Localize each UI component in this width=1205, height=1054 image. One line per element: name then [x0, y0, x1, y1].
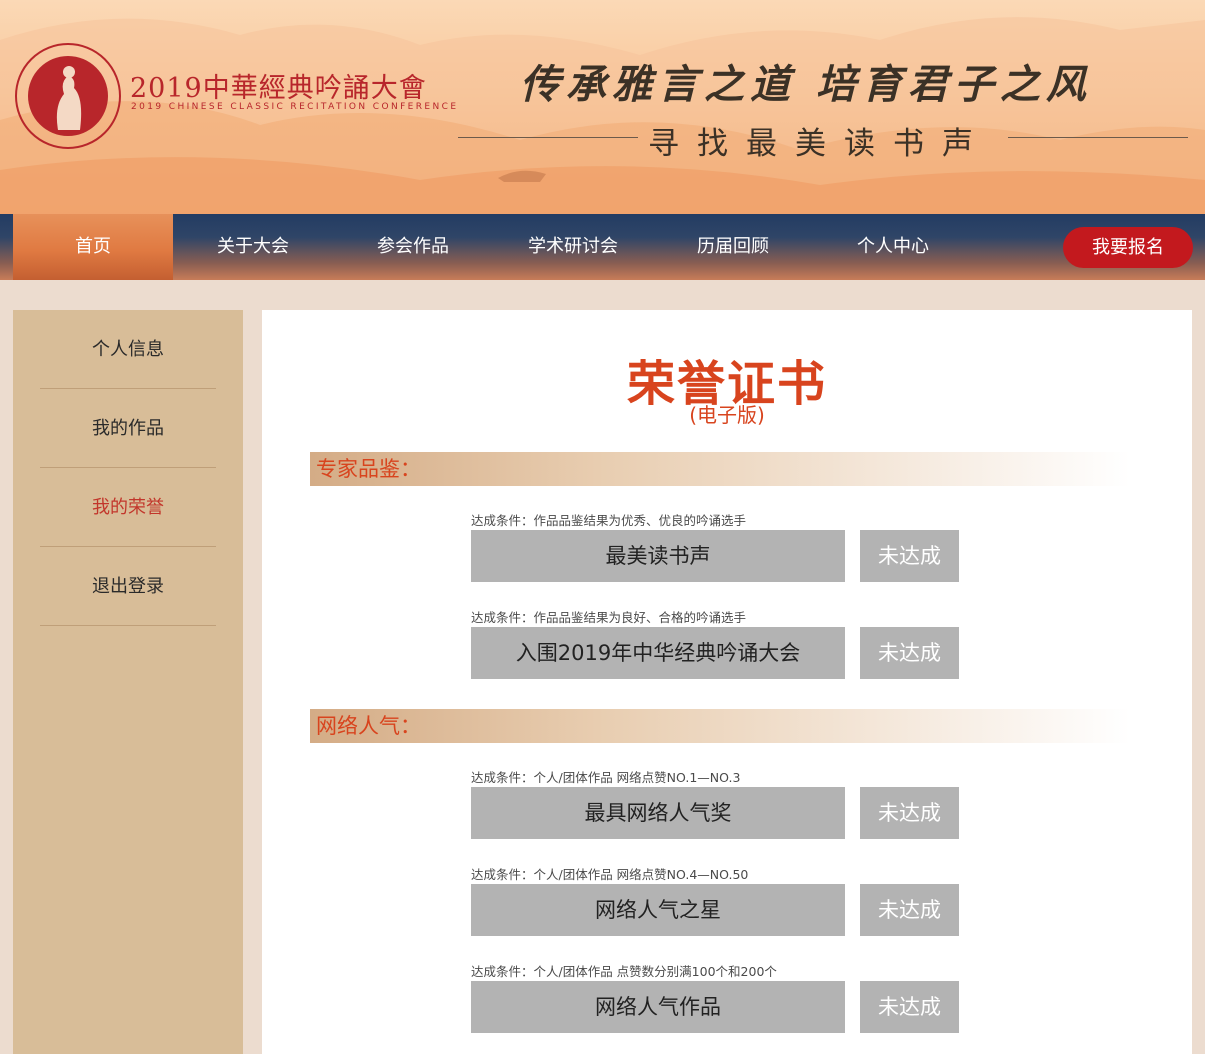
- main-nav: 首页 关于大会 参会作品 学术研讨会 历届回顾 个人中心: [0, 214, 1205, 280]
- logo-subtitle: 2019 CHINESE CLASSIC RECITATION CONFEREN…: [131, 102, 459, 112]
- sidebar-item-my-works[interactable]: 我的作品: [13, 389, 243, 468]
- logo-seal-icon: [15, 43, 121, 149]
- sidebar: 个人信息 我的作品 我的荣誉 退出登录: [13, 310, 243, 1054]
- award-name: 入围2019年中华经典吟诵大会: [471, 627, 845, 679]
- award-condition: 达成条件：个人/团体作品 点赞数分别满100个和200个: [471, 964, 777, 979]
- award-name: 最具网络人气奖: [471, 787, 845, 839]
- section-heading-expert: 专家品鉴：: [310, 452, 1130, 486]
- award-condition: 达成条件：个人/团体作品 网络点赞NO.1—NO.3: [471, 770, 741, 785]
- banner-tagline: 寻找最美读书声: [648, 126, 991, 162]
- nav-item-about[interactable]: 关于大会: [173, 214, 333, 280]
- sidebar-item-logout[interactable]: 退出登录: [13, 547, 243, 626]
- certificate-subtitle: (电子版): [689, 403, 765, 427]
- award-name: 网络人气作品: [471, 981, 845, 1033]
- nav-item-review[interactable]: 历届回顾: [653, 214, 813, 280]
- certificate-panel: 荣誉证书 (电子版) 专家品鉴： 达成条件：作品品鉴结果为优秀、优良的吟诵选手 …: [262, 310, 1192, 1054]
- award-condition: 达成条件：作品品鉴结果为良好、合格的吟诵选手: [471, 610, 747, 625]
- tagline-divider-left: [458, 137, 638, 138]
- sidebar-item-my-honors[interactable]: 我的荣誉: [13, 468, 243, 547]
- section-heading-popularity: 网络人气：: [310, 709, 1130, 743]
- award-status-button[interactable]: 未达成: [860, 627, 959, 679]
- nav-item-personal-center[interactable]: 个人中心: [813, 214, 973, 280]
- award-condition: 达成条件：作品品鉴结果为优秀、优良的吟诵选手: [471, 513, 747, 528]
- award-condition: 达成条件：个人/团体作品 网络点赞NO.4—NO.50: [471, 867, 749, 882]
- award-status-button[interactable]: 未达成: [860, 530, 959, 582]
- award-name: 网络人气之星: [471, 884, 845, 936]
- nav-item-home[interactable]: 首页: [13, 214, 173, 280]
- header-banner: 2019中華經典吟誦大會 2019 CHINESE CLASSIC RECITA…: [0, 0, 1205, 214]
- nav-item-works[interactable]: 参会作品: [333, 214, 493, 280]
- nav-item-symposium[interactable]: 学术研讨会: [493, 214, 653, 280]
- tagline-divider-right: [1008, 137, 1188, 138]
- banner-slogan: 传承雅言之道 培育君子之风: [520, 61, 1092, 108]
- award-name: 最美读书声: [471, 530, 845, 582]
- award-status-button[interactable]: 未达成: [860, 981, 959, 1033]
- signup-button[interactable]: 我要报名: [1063, 227, 1193, 268]
- award-status-button[interactable]: 未达成: [860, 884, 959, 936]
- sidebar-item-personal-info[interactable]: 个人信息: [13, 310, 243, 389]
- logo-title: 2019中華經典吟誦大會: [130, 73, 427, 104]
- award-status-button[interactable]: 未达成: [860, 787, 959, 839]
